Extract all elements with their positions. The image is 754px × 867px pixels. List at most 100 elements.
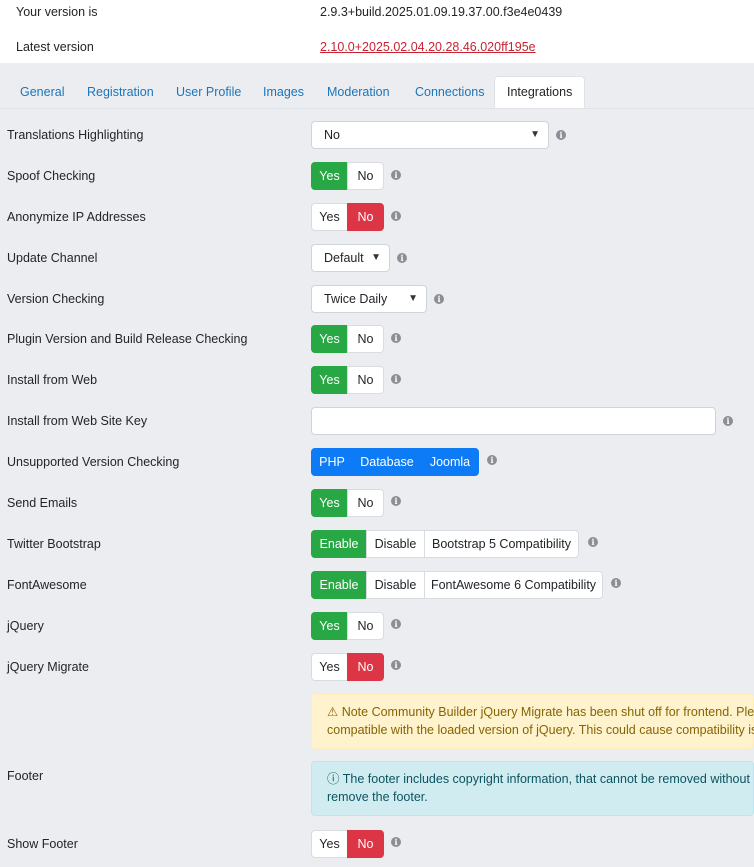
send-emails-label: Send Emails [7, 496, 78, 510]
twitter-bootstrap-row: Twitter Bootstrap Enable Disable Bootstr… [0, 529, 754, 559]
info-circle-icon[interactable]: i [391, 619, 401, 629]
info-circle-icon[interactable]: i [391, 374, 401, 384]
info-circle-icon[interactable]: i [391, 170, 401, 180]
jquery-migrate-warning-line2: compatible with the loaded version of jQ… [327, 723, 754, 737]
info-circle-icon[interactable]: i [391, 333, 401, 343]
database-check-button[interactable]: Database [352, 448, 422, 476]
anonymize-ip-row: Anonymize IP Addresses Yes No i [0, 202, 754, 232]
translations-highlighting-select[interactable]: No ▼ [311, 121, 549, 149]
update-channel-value: Default [324, 251, 364, 265]
tab-registration[interactable]: Registration [87, 76, 154, 108]
tab-general[interactable]: General [20, 76, 64, 108]
send-emails-row: Send Emails Yes No i [0, 488, 754, 518]
info-circle-icon[interactable]: i [397, 253, 407, 263]
jquery-row: jQuery Yes No i [0, 611, 754, 641]
tab-images[interactable]: Images [263, 76, 304, 108]
tab-user-profile[interactable]: User Profile [176, 76, 241, 108]
joomla-check-button[interactable]: Joomla [421, 448, 479, 476]
update-channel-row: Update Channel Default ▼ i [0, 243, 754, 273]
install-site-key-row: Install from Web Site Key i [0, 406, 754, 436]
send-emails-toggle: Yes No [311, 489, 384, 517]
tab-moderation[interactable]: Moderation [327, 76, 390, 108]
chevron-down-icon: ▼ [530, 129, 540, 140]
spoof-checking-row: Spoof Checking Yes No i [0, 161, 754, 191]
fontawesome-label: FontAwesome [7, 578, 87, 592]
spoof-checking-yes-button[interactable]: Yes [311, 162, 348, 190]
spoof-checking-no-button[interactable]: No [347, 162, 384, 190]
warning-triangle-icon: ⚠ [327, 705, 339, 719]
translations-highlighting-value: No [324, 128, 340, 142]
anonymize-ip-no-button[interactable]: No [347, 203, 384, 231]
current-version-row: Your version is 2.9.3+build.2025.01.09.1… [0, 0, 754, 24]
version-checking-label: Version Checking [7, 292, 105, 306]
translations-highlighting-row: Translations Highlighting No ▼ i [0, 120, 754, 150]
bootstrap-enable-button[interactable]: Enable [311, 530, 367, 558]
install-from-web-toggle: Yes No [311, 366, 384, 394]
install-from-web-row: Install from Web Yes No i [0, 365, 754, 395]
footer-info-box: ⓘ The footer includes copyright informat… [311, 761, 754, 816]
anonymize-ip-toggle: Yes No [311, 203, 384, 231]
install-site-key-input[interactable] [311, 407, 716, 435]
chevron-down-icon: ▼ [408, 293, 418, 304]
info-circle-icon[interactable]: i [611, 578, 621, 588]
info-circle-icon[interactable]: i [723, 416, 733, 426]
fontawesome-compat-button[interactable]: FontAwesome 6 Compatibility [424, 571, 603, 599]
unsupported-version-checking-label: Unsupported Version Checking [7, 455, 180, 469]
plugin-version-checking-no-button[interactable]: No [347, 325, 384, 353]
jquery-migrate-no-button[interactable]: No [347, 653, 384, 681]
tab-connections[interactable]: Connections [415, 76, 485, 108]
info-circle-icon[interactable]: i [391, 660, 401, 670]
plugin-version-checking-row: Plugin Version and Build Release Checkin… [0, 324, 754, 354]
fontawesome-disable-button[interactable]: Disable [366, 571, 425, 599]
php-check-button[interactable]: PHP [311, 448, 353, 476]
bootstrap-disable-button[interactable]: Disable [366, 530, 425, 558]
fontawesome-enable-button[interactable]: Enable [311, 571, 367, 599]
jquery-migrate-yes-button[interactable]: Yes [311, 653, 348, 681]
footer-info-line2: remove the footer. [327, 790, 428, 804]
jquery-yes-button[interactable]: Yes [311, 612, 348, 640]
jquery-no-button[interactable]: No [347, 612, 384, 640]
jquery-migrate-warning: ⚠ Note Community Builder jQuery Migrate … [311, 694, 754, 749]
install-from-web-no-button[interactable]: No [347, 366, 384, 394]
footer-label: Footer [7, 769, 44, 783]
translations-highlighting-label: Translations Highlighting [7, 128, 144, 142]
twitter-bootstrap-label: Twitter Bootstrap [7, 537, 101, 551]
info-circle-icon[interactable]: i [391, 496, 401, 506]
jquery-label: jQuery [7, 619, 44, 633]
spoof-checking-label: Spoof Checking [7, 169, 96, 183]
info-circle-icon[interactable]: i [391, 211, 401, 221]
show-footer-label: Show Footer [7, 837, 78, 851]
plugin-version-checking-toggle: Yes No [311, 325, 384, 353]
send-emails-yes-button[interactable]: Yes [311, 489, 348, 517]
info-circle-icon[interactable]: i [487, 455, 497, 465]
info-circle-icon[interactable]: i [391, 837, 401, 847]
info-circle-icon: ⓘ [327, 772, 340, 786]
latest-version-link[interactable]: 2.10.0+2025.02.04.20.28.46.020ff195e [320, 35, 536, 59]
anonymize-ip-yes-button[interactable]: Yes [311, 203, 348, 231]
install-from-web-yes-button[interactable]: Yes [311, 366, 348, 394]
version-info-panel: Your version is 2.9.3+build.2025.01.09.1… [0, 0, 754, 63]
install-site-key-label: Install from Web Site Key [7, 414, 148, 428]
fontawesome-group: Enable Disable FontAwesome 6 Compatibili… [311, 571, 603, 599]
show-footer-row: Show Footer Yes No i [0, 829, 754, 859]
info-circle-icon[interactable]: i [588, 537, 598, 547]
update-channel-select[interactable]: Default ▼ [311, 244, 390, 272]
version-checking-select[interactable]: Twice Daily ▼ [311, 285, 427, 313]
footer-info-line1: ⓘ The footer includes copyright informat… [327, 772, 754, 786]
jquery-migrate-label: jQuery Migrate [7, 660, 89, 674]
tab-integrations[interactable]: Integrations [494, 76, 586, 108]
current-version-label: Your version is [16, 5, 98, 19]
info-circle-icon[interactable]: i [434, 294, 444, 304]
jquery-migrate-row: jQuery Migrate Yes No i [0, 652, 754, 682]
update-channel-label: Update Channel [7, 251, 98, 265]
plugin-version-checking-yes-button[interactable]: Yes [311, 325, 348, 353]
settings-tabs: General Registration User Profile Images… [0, 76, 754, 109]
show-footer-yes-button[interactable]: Yes [311, 830, 348, 858]
show-footer-no-button[interactable]: No [347, 830, 384, 858]
info-circle-icon[interactable]: i [556, 130, 566, 140]
bootstrap-compat-button[interactable]: Bootstrap 5 Compatibility [424, 530, 579, 558]
send-emails-no-button[interactable]: No [347, 489, 384, 517]
latest-version-row: Latest version 2.10.0+2025.02.04.20.28.4… [0, 35, 754, 59]
plugin-version-checking-label: Plugin Version and Build Release Checkin… [7, 332, 248, 346]
twitter-bootstrap-group: Enable Disable Bootstrap 5 Compatibility [311, 530, 579, 558]
